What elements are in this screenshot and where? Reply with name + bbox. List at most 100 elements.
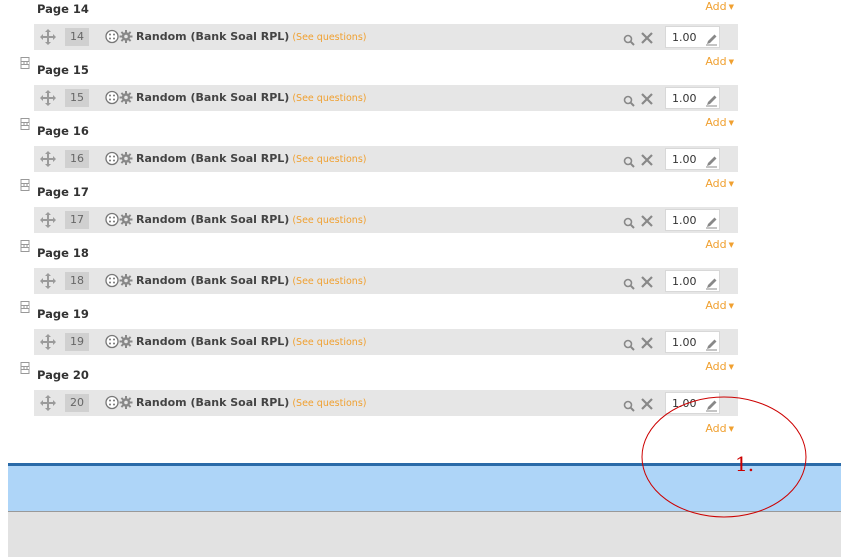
see-questions-link[interactable]: (See questions) (292, 337, 366, 348)
close-icon[interactable] (640, 91, 654, 105)
add-menu-link[interactable]: Add ▼ (705, 299, 734, 312)
magnifier-icon[interactable] (623, 214, 635, 229)
close-icon[interactable] (640, 152, 654, 166)
move-arrows-icon[interactable] (40, 273, 56, 289)
close-icon[interactable] (640, 396, 654, 410)
move-arrows-icon[interactable] (40, 334, 56, 350)
page-break-icon[interactable] (20, 359, 30, 374)
slot-title-text: Random (Bank Soal RPL) (136, 274, 290, 287)
move-arrows-icon[interactable] (40, 212, 56, 228)
pencil-icon[interactable] (705, 214, 718, 229)
page-heading: Page 20 (37, 368, 89, 382)
caret-down-icon: ▼ (728, 363, 734, 371)
magnifier-icon[interactable] (623, 397, 635, 412)
move-arrows-icon[interactable] (40, 29, 56, 45)
close-icon[interactable] (640, 335, 654, 349)
move-arrows-icon[interactable] (40, 151, 56, 167)
quiz-slots-panel: Page 14 Add ▼ 14 Random (Bank Soal RPL) (See … (15, 0, 756, 448)
dice-gear-icon (105, 334, 133, 349)
max-mark-field[interactable]: 1.00 (665, 148, 720, 170)
magnifier-icon[interactable] (623, 153, 635, 168)
pencil-icon[interactable] (705, 336, 718, 351)
pencil-icon[interactable] (705, 275, 718, 290)
max-mark-value: 1.00 (672, 275, 697, 288)
see-questions-link[interactable]: (See questions) (292, 215, 366, 226)
slot-title: Random (Bank Soal RPL) (See questions) (136, 30, 367, 43)
slot-title-text: Random (Bank Soal RPL) (136, 30, 290, 43)
pencil-icon[interactable] (705, 153, 718, 168)
question-slot-row: 17 Random (Bank Soal RPL) (See questions) 1… (34, 207, 738, 233)
add-menu-link[interactable]: Add ▼ (705, 0, 734, 13)
question-slot-row: 15 Random (Bank Soal RPL) (See questions) 1… (34, 85, 738, 111)
add-menu-link[interactable]: Add ▼ (705, 177, 734, 190)
slot-number: 19 (65, 333, 89, 351)
add-menu-link[interactable]: Add ▼ (705, 116, 734, 129)
move-arrows-icon[interactable] (40, 395, 56, 411)
see-questions-link[interactable]: (See questions) (292, 276, 366, 287)
max-mark-field[interactable]: 1.00 (665, 270, 720, 292)
magnifier-icon[interactable] (623, 336, 635, 351)
pencil-icon[interactable] (705, 397, 718, 412)
caret-down-icon: ▼ (728, 241, 734, 249)
add-label: Add (705, 55, 727, 68)
dice-gear-icon (105, 90, 133, 105)
close-icon[interactable] (640, 213, 654, 227)
see-questions-link[interactable]: (See questions) (292, 398, 366, 409)
magnifier-icon[interactable] (623, 92, 635, 107)
max-mark-value: 1.00 (672, 92, 697, 105)
caret-down-icon: ▼ (728, 3, 734, 11)
slot-number: 14 (65, 28, 89, 46)
page-break-icon[interactable] (20, 176, 30, 191)
see-questions-link[interactable]: (See questions) (292, 32, 366, 43)
max-mark-field[interactable]: 1.00 (665, 87, 720, 109)
slot-title: Random (Bank Soal RPL) (See questions) (136, 396, 367, 409)
add-menu-link-final[interactable]: Add ▼ (705, 422, 734, 435)
add-menu-link[interactable]: Add ▼ (705, 360, 734, 373)
max-mark-value: 1.00 (672, 153, 697, 166)
add-label: Add (705, 177, 727, 190)
page-break-icon[interactable] (20, 298, 30, 313)
move-arrows-icon[interactable] (40, 90, 56, 106)
pencil-icon[interactable] (705, 92, 718, 107)
max-mark-field[interactable]: 1.00 (665, 209, 720, 231)
see-questions-link[interactable]: (See questions) (292, 93, 366, 104)
page-break-icon[interactable] (20, 54, 30, 69)
see-questions-link[interactable]: (See questions) (292, 154, 366, 165)
pencil-icon[interactable] (705, 31, 718, 46)
add-label: Add (705, 360, 727, 373)
add-label: Add (705, 116, 727, 129)
max-mark-field[interactable]: 1.00 (665, 392, 720, 414)
add-menu-link[interactable]: Add ▼ (705, 238, 734, 251)
question-slot-row: 19 Random (Bank Soal RPL) (See questions) 1… (34, 329, 738, 355)
dice-gear-icon (105, 395, 133, 410)
caret-down-icon: ▼ (728, 425, 734, 433)
magnifier-icon[interactable] (623, 31, 635, 46)
max-mark-field[interactable]: 1.00 (665, 331, 720, 353)
dice-gear-icon (105, 273, 133, 288)
slot-number: 17 (65, 211, 89, 229)
caret-down-icon: ▼ (728, 302, 734, 310)
page-heading: Page 17 (37, 185, 89, 199)
page-break-icon[interactable] (20, 115, 30, 130)
footer-grey-bar (8, 511, 841, 557)
quiz-edit-page: Page 14 Add ▼ 14 Random (Bank Soal RPL) (See … (0, 0, 841, 557)
close-icon[interactable] (640, 274, 654, 288)
question-slot-row: 14 Random (Bank Soal RPL) (See questions) 1… (34, 24, 738, 50)
max-mark-field[interactable]: 1.00 (665, 26, 720, 48)
slot-title-text: Random (Bank Soal RPL) (136, 91, 290, 104)
magnifier-icon[interactable] (623, 275, 635, 290)
page-heading: Page 18 (37, 246, 89, 260)
add-menu-link[interactable]: Add ▼ (705, 55, 734, 68)
close-icon[interactable] (640, 30, 654, 44)
page-break-icon[interactable] (20, 237, 30, 252)
slot-title: Random (Bank Soal RPL) (See questions) (136, 213, 367, 226)
add-label: Add (705, 422, 727, 435)
page-heading: Page 15 (37, 63, 89, 77)
dice-gear-icon (105, 29, 133, 44)
dice-gear-icon (105, 151, 133, 166)
question-slot-row: 18 Random (Bank Soal RPL) (See questions) 1… (34, 268, 738, 294)
dice-gear-icon (105, 212, 133, 227)
slot-number: 15 (65, 89, 89, 107)
page-heading: Page 19 (37, 307, 89, 321)
add-label: Add (705, 0, 727, 13)
